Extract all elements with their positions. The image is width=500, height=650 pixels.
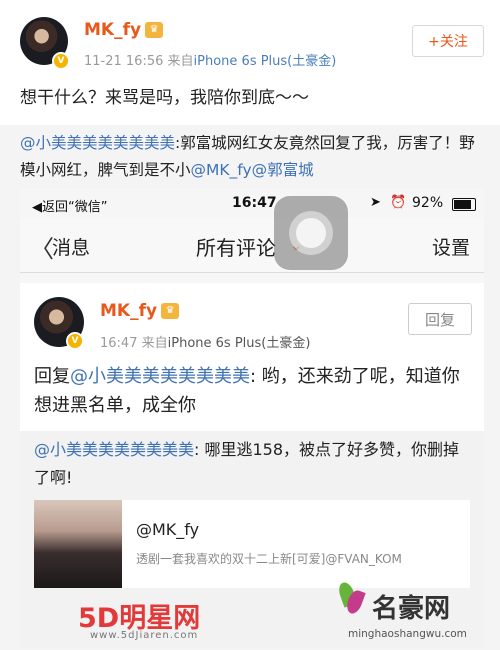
watermark-5d-url: www.5dJiaren.com	[90, 630, 199, 641]
quoted-mention[interactable]: @小美美美美美美美美	[34, 440, 194, 459]
post-from-prefix: 来自	[167, 54, 194, 69]
reply-mention[interactable]: @小美美美美美美美美	[70, 366, 250, 387]
comment-text: 回复@小美美美美美美美美: 哟，还来劲了呢，知道你想进黑名单，成全你	[34, 362, 474, 420]
nav-bar: 〈 消息 所有评论 ⌄ 设置	[20, 218, 484, 273]
assistive-touch-button[interactable]	[274, 196, 348, 270]
watermark-minghao-url: minghaoshangwu.com	[348, 628, 467, 640]
reply-button[interactable]: 回复	[408, 303, 472, 335]
watermark-minghao-logo: 名豪网	[372, 594, 451, 624]
retweet-mention-mk[interactable]: @MK_fy	[191, 161, 252, 179]
follow-button[interactable]: +关注	[412, 25, 484, 57]
comment-meta: 16:47 来自iPhone 6s Plus(土豪金)	[100, 332, 310, 351]
status-back[interactable]: ◀返回“微信”	[32, 196, 107, 215]
back-chevron-icon[interactable]: 〈	[30, 229, 54, 264]
nav-back-button[interactable]: 消息	[52, 233, 90, 260]
comment-from-prefix: 来自	[141, 336, 168, 351]
retweet-text: @小美美美美美美美美:郭富城网红女友竟然回复了我，厉害了！野模小网红，脾气到是不…	[20, 130, 484, 184]
retweet-mention-guo[interactable]: @郭富城	[252, 161, 314, 179]
username[interactable]: MK_fy	[84, 20, 141, 40]
post-source[interactable]: iPhone 6s Plus(土豪金)	[194, 54, 337, 69]
comment-verified-badge-icon: V	[66, 332, 84, 350]
location-icon: ➤	[370, 195, 381, 210]
linked-post-snippet: 透剧一套我喜欢的双十二上新[可爱]@FVAN_KOM	[136, 552, 402, 566]
watermark-leaf-icon	[336, 580, 366, 620]
post-text: 想干什么？来骂是吗，我陪你到底～～	[20, 88, 309, 108]
nav-title[interactable]: 所有评论	[196, 232, 276, 261]
reply-prefix: 回复	[34, 366, 70, 387]
post-time: 11-21 16:56	[84, 54, 164, 69]
comment-username[interactable]: MK_fy	[100, 301, 157, 321]
status-bar: ◀返回“微信” 16:47 ➤ ⏰ 92%	[20, 192, 484, 216]
quoted-text: @小美美美美美美美美: 哪里逃158，被点了好多赞，你删掉了啊!	[34, 436, 470, 492]
post-meta: 11-21 16:56 来自iPhone 6s Plus(土豪金)	[84, 50, 336, 69]
verified-badge-icon: V	[52, 52, 70, 70]
alarm-icon: ⏰	[390, 195, 407, 210]
battery-icon	[452, 198, 476, 211]
comment-source[interactable]: iPhone 6s Plus(土豪金)	[168, 336, 311, 351]
linked-post-username[interactable]: @MK_fy	[136, 520, 199, 539]
comment-time: 16:47	[100, 336, 138, 351]
retweet-mention-user[interactable]: @小美美美美美美美美	[20, 134, 175, 152]
comment-author[interactable]: MK_fy ♛	[100, 301, 180, 321]
comment-vip-crown-icon: ♛	[161, 303, 180, 319]
vip-crown-icon: ♛	[145, 22, 164, 38]
status-time: 16:47	[232, 195, 277, 211]
linked-post-thumbnail[interactable]	[34, 500, 122, 588]
post-author[interactable]: MK_fy ♛	[84, 20, 164, 40]
nav-settings-button[interactable]: 设置	[432, 233, 470, 260]
battery-percent: 92%	[412, 195, 444, 211]
